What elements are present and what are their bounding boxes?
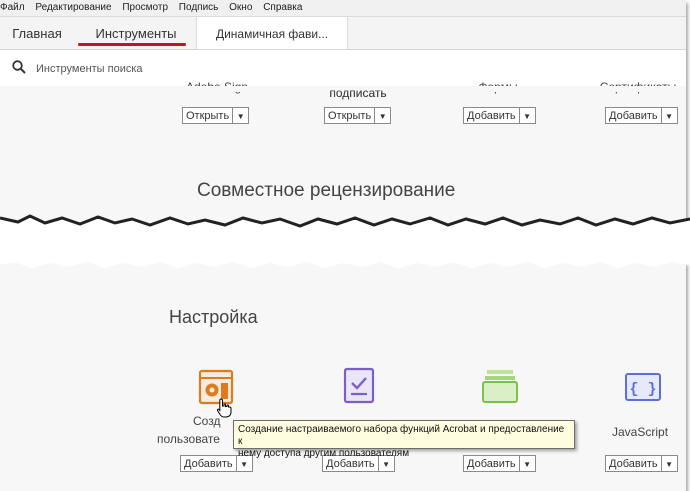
open-button-adobe-sign[interactable]: Открыть ▼ xyxy=(182,107,250,124)
open-button-sign[interactable]: Открыть ▼ xyxy=(324,107,392,124)
menu-window[interactable]: Окно xyxy=(229,2,252,13)
braces-icon[interactable]: { } xyxy=(624,372,662,402)
menu-sign[interactable]: Подпись xyxy=(179,2,219,13)
add-button-label: Добавить xyxy=(464,108,520,123)
menu-view[interactable]: Просмотр xyxy=(122,2,168,13)
search-input[interactable] xyxy=(34,59,338,79)
torn-edge-top xyxy=(0,214,690,240)
add-button-forms[interactable]: Добавить ▼ xyxy=(463,107,536,124)
tab-document[interactable]: Динамичная фави... xyxy=(196,17,348,49)
add-button-label: Добавить xyxy=(606,108,662,123)
menu-bar: Файл Редактирование Просмотр Подпись Окн… xyxy=(0,0,686,17)
add-button-label: Добавить xyxy=(606,456,662,471)
add-button-certificates[interactable]: Добавить ▼ xyxy=(605,107,678,124)
tool-label-create-line2: пользовате xyxy=(157,432,220,446)
tool-label-sign-visible: подписать xyxy=(329,86,387,100)
tooltip: Создание настраиваемого набора функций A… xyxy=(233,420,575,459)
menu-help[interactable]: Справка xyxy=(263,2,302,13)
tooltip-line-1: Создание настраиваемого набора функций A… xyxy=(238,424,565,447)
hand-cursor-icon xyxy=(216,398,232,418)
open-button-label: Открыть xyxy=(183,108,234,123)
menu-file[interactable]: Файл xyxy=(0,2,25,13)
tooltip-line-2: нему доступа другим пользователям xyxy=(238,448,410,459)
tool-label-javascript: JavaScript xyxy=(612,425,669,439)
folder-green-icon[interactable] xyxy=(481,367,519,405)
chevron-down-icon[interactable]: ▼ xyxy=(520,108,535,123)
search-icon xyxy=(12,60,26,79)
chevron-down-icon[interactable]: ▼ xyxy=(662,108,677,123)
section-heading-settings: Настройка xyxy=(169,307,258,327)
top-panel: Файл Редактирование Просмотр Подпись Окн… xyxy=(0,0,686,228)
checklist-icon[interactable] xyxy=(342,367,376,405)
svg-text:{ }: { } xyxy=(629,381,656,398)
torn-edge-bottom xyxy=(0,256,690,268)
add-button-label: Добавить xyxy=(181,456,237,471)
section-heading-review: Совместное рецензирование xyxy=(197,180,456,201)
tools-tab-underline xyxy=(78,43,186,46)
chevron-down-icon[interactable]: ▼ xyxy=(233,108,248,123)
chevron-down-icon[interactable]: ▼ xyxy=(662,456,677,471)
tab-home[interactable]: Главная xyxy=(0,17,74,49)
chevron-down-icon[interactable]: ▼ xyxy=(375,108,390,123)
open-button-label: Открыть xyxy=(325,108,376,123)
add-button-javascript[interactable]: Добавить ▼ xyxy=(605,455,678,472)
menu-edit[interactable]: Редактирование xyxy=(35,2,111,13)
